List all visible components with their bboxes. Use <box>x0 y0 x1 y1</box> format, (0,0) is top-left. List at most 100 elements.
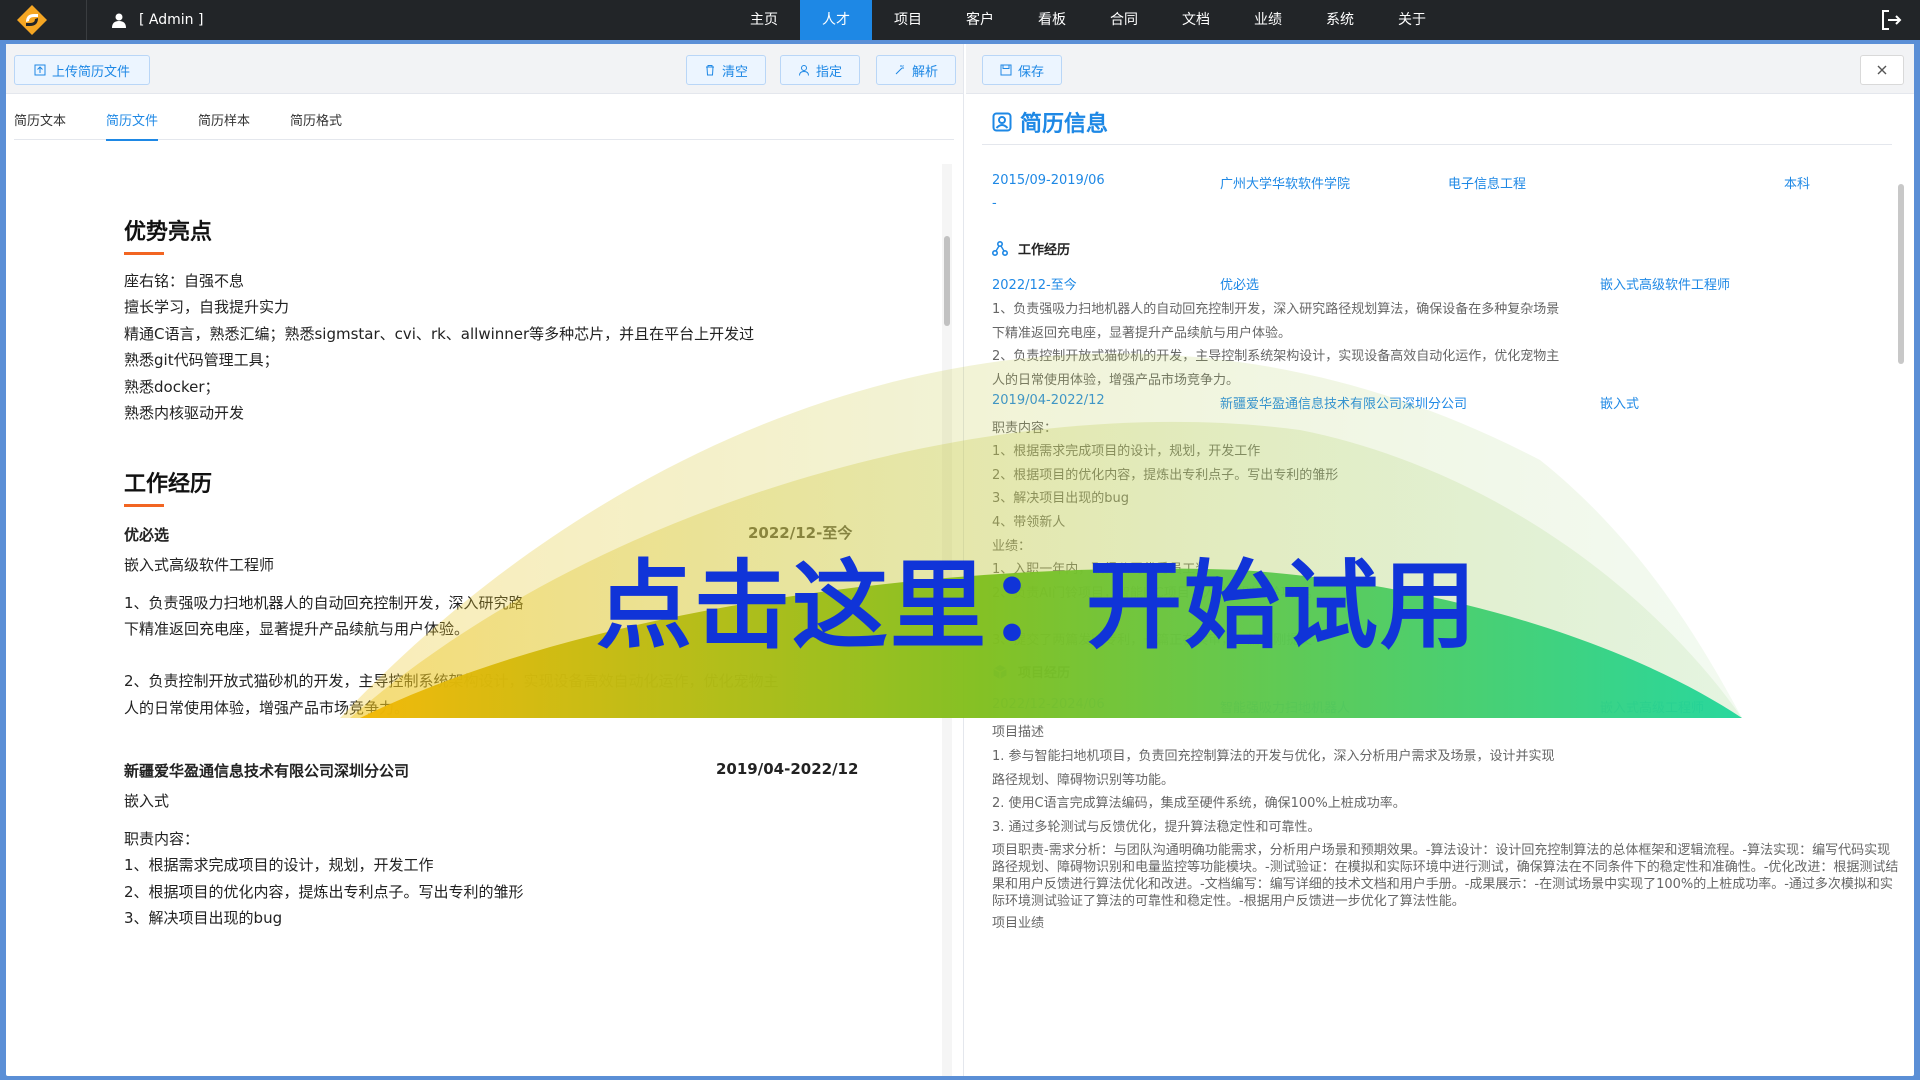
doc-job2-duty: 1、根据需求完成项目的设计，规划，开发工作 <box>124 856 434 874</box>
work1-line: 人的日常使用体验，增强产品市场竞争力。 <box>992 373 1240 388</box>
profile-card-icon <box>992 112 1012 132</box>
edu-major: 电子信息工程 <box>1448 177 1527 192</box>
clear-button[interactable]: 清空 <box>686 55 766 85</box>
work1-line: 下精准返回充电座，显著提升产品续航与用户体验。 <box>992 326 1292 341</box>
person-icon <box>798 65 809 76</box>
doc-job2-company: 新疆爱华盈通信息技术有限公司深圳分公司 <box>124 762 410 780</box>
proj1-role: 嵌入式高级工程师 <box>1600 701 1705 716</box>
strengths-heading: 优势亮点 <box>124 214 212 255</box>
doc-job2-duty-title: 职责内容： <box>124 830 200 848</box>
resume-info-title: 简历信息 <box>992 106 1108 138</box>
nav-performance[interactable]: 业绩 <box>1232 0 1304 40</box>
work1-line: 1、负责强吸力扫地机器人的自动回充控制开发，深入研究路径规划算法，确保设备在多种… <box>992 302 1560 317</box>
doc-strength-line: 座右铭：自强不息 <box>124 272 245 290</box>
nav-talent[interactable]: 人才 <box>800 0 872 40</box>
nav-dashboard[interactable]: 看板 <box>1016 0 1088 40</box>
clear-label: 清空 <box>721 64 748 80</box>
work-section-label: 工作经历 <box>1018 243 1071 258</box>
trash-icon <box>705 65 714 76</box>
nav-contract[interactable]: 合同 <box>1088 0 1160 40</box>
work1-line: 2、负责控制开放式猫砂机的开发，主导控制系统架构设计，实现设备高效自动化运作，优… <box>992 349 1560 364</box>
nav-customer[interactable]: 客户 <box>944 0 1016 40</box>
save-icon <box>1000 64 1012 76</box>
edu-degree: 本科 <box>1784 177 1811 192</box>
upload-resume-label: 上传简历文件 <box>51 64 130 80</box>
work2-line: 3、解决项目出现的bug <box>992 491 1130 506</box>
doc-job2-date: 2019/04-2022/12 <box>716 760 859 778</box>
doc-job2-duty: 2、根据项目的优化内容，提炼出专利点子。写出专利的雏形 <box>124 883 524 901</box>
work-section-title: 工作经历 <box>992 239 1070 258</box>
upload-icon <box>34 64 46 76</box>
tab-resume-text[interactable]: 简历文本 <box>14 110 66 140</box>
proj1-date: 2022/12-2024/06 <box>992 697 1105 712</box>
work2-line: 1、根据需求完成项目的设计，规划，开发工作 <box>992 444 1261 459</box>
start-trial-cta[interactable]: 点击这里：开始试用 <box>596 528 1478 667</box>
logout-icon <box>1882 10 1902 30</box>
parse-label: 解析 <box>911 64 938 80</box>
user-name: [ Admin ] <box>139 12 204 28</box>
doc-strength-line: 擅长学习，自我提升实力 <box>124 298 290 316</box>
tab-resume-sample[interactable]: 简历样本 <box>198 110 250 140</box>
tab-resume-format[interactable]: 简历格式 <box>290 110 342 140</box>
doc-strength-line: 精通C语言，熟悉汇编；熟悉sigmstar、cvi、rk、allwinner等多… <box>124 325 755 343</box>
edu-extra: - <box>992 196 997 211</box>
proj-desc-title: 项目描述 <box>992 725 1045 740</box>
logout-button[interactable] <box>1880 9 1902 35</box>
edu-date: 2015/09-2019/06 <box>992 173 1105 188</box>
magic-wand-icon <box>895 65 904 75</box>
info-scrollbar[interactable] <box>1898 184 1904 364</box>
proj-line: 3. 通过多轮测试与反馈优化，提升算法稳定性和可靠性。 <box>992 820 1321 835</box>
close-button[interactable] <box>1860 55 1904 85</box>
proj-duty-paragraph: 项目职责-需求分析：与团队沟通明确功能需求，分析用户场景和预期效果。-算法设计：… <box>992 843 1899 909</box>
doc-job1-line: 人的日常使用体验，增强产品市场竞争力。 <box>124 699 410 717</box>
work2-company: 新疆爱华盈通信息技术有限公司深圳分公司 <box>1220 397 1468 412</box>
doc-scrollbar[interactable] <box>944 236 950 326</box>
save-button[interactable]: 保存 <box>982 55 1062 85</box>
doc-job1-company: 优必选 <box>124 526 170 544</box>
save-label: 保存 <box>1017 64 1044 80</box>
work2-line: 职责内容： <box>992 421 1058 436</box>
work-heading: 工作经历 <box>124 466 212 507</box>
doc-job1-line: 1、负责强吸力扫地机器人的自动回充控制开发，深入研究路 <box>124 594 524 612</box>
parse-button[interactable]: 解析 <box>876 55 956 85</box>
nav-system[interactable]: 系统 <box>1304 0 1376 40</box>
top-nav-bar: [ Admin ] 主页 人才 项目 客户 看板 合同 文档 业绩 系统 关于 <box>0 0 1920 40</box>
left-toolbar: 上传简历文件 清空 指定 解析 <box>6 44 963 94</box>
resume-info-title-text: 简历信息 <box>1020 112 1109 137</box>
nav-home[interactable]: 主页 <box>728 0 800 40</box>
work2-role: 嵌入式 <box>1600 397 1640 412</box>
nav-document[interactable]: 文档 <box>1160 0 1232 40</box>
doc-job1-line: 下精准返回充电座，显著提升产品续航与用户体验。 <box>124 620 470 638</box>
work1-company: 优必选 <box>1220 278 1260 293</box>
assign-button[interactable]: 指定 <box>780 55 860 85</box>
nav-about[interactable]: 关于 <box>1376 0 1448 40</box>
assign-label: 指定 <box>815 64 842 80</box>
doc-strength-line: 熟悉内核驱动开发 <box>124 404 245 422</box>
network-icon <box>992 240 1008 256</box>
doc-job2-role: 嵌入式 <box>124 792 170 810</box>
upload-resume-button[interactable]: 上传简历文件 <box>14 55 150 85</box>
user-menu[interactable]: [ Admin ] <box>86 0 203 40</box>
close-icon <box>1877 65 1887 75</box>
app-logo[interactable] <box>0 0 64 40</box>
proj-line: 1. 参与智能扫地机项目，负责回充控制算法的开发与优化，深入分析用户需求及场景，… <box>992 749 1555 764</box>
work2-date: 2019/04-2022/12 <box>992 393 1105 408</box>
proj-line: 路径规划、障碍物识别等功能。 <box>992 773 1175 788</box>
work2-line: 2、根据项目的优化内容，提炼出专利点子。写出专利的雏形 <box>992 468 1339 483</box>
user-icon <box>112 13 126 28</box>
main-nav: 主页 人才 项目 客户 看板 合同 文档 业绩 系统 关于 <box>728 0 1448 40</box>
doc-strength-line: 熟悉git代码管理工具； <box>124 351 279 369</box>
nav-project[interactable]: 项目 <box>872 0 944 40</box>
doc-job1-role: 嵌入式高级软件工程师 <box>124 556 275 574</box>
proj1-name: 智能强吸力扫地机器人 <box>1220 701 1351 716</box>
edu-school: 广州大学华软软件学院 <box>1220 177 1351 192</box>
doc-strength-line: 熟悉docker； <box>124 378 220 396</box>
right-toolbar: 保存 <box>966 44 1914 94</box>
tab-resume-file[interactable]: 简历文件 <box>106 110 159 141</box>
proj-result-title: 项目业绩 <box>992 916 1045 931</box>
logo-icon <box>17 5 47 35</box>
doc-job2-duty: 3、解决项目出现的bug <box>124 909 283 927</box>
title-divider <box>982 144 1892 145</box>
work1-role: 嵌入式高级软件工程师 <box>1600 278 1731 293</box>
proj-line: 2. 使用C语言完成算法编码，集成至硬件系统，确保100%上桩成功率。 <box>992 796 1406 811</box>
